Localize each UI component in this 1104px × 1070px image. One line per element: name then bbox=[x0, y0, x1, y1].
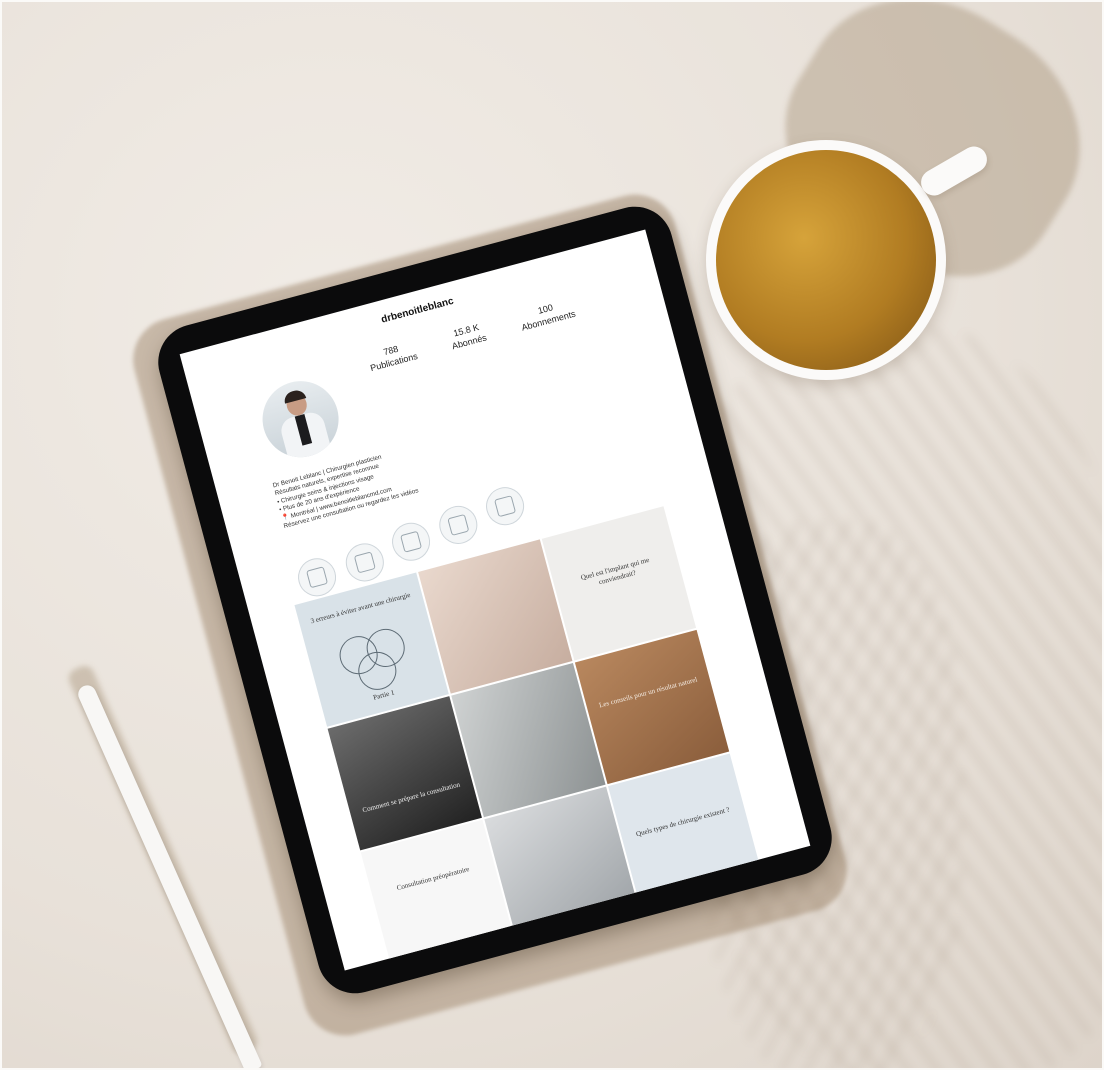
avatar[interactable] bbox=[254, 372, 348, 466]
highlight-circle[interactable] bbox=[341, 539, 389, 586]
post-caption: Quel est l'implant qui me conviendrait? bbox=[579, 555, 651, 587]
post-caption: Les conseils pour un résultat naturel bbox=[598, 675, 699, 710]
highlight-circle[interactable] bbox=[481, 482, 529, 530]
post-caption: Consultation préopératoire bbox=[395, 864, 471, 893]
coffee bbox=[716, 150, 936, 370]
desk-scene: drbenoitleblanc 788 Publications 15.8 K … bbox=[0, 0, 1104, 1070]
post-caption: Quels types de chirurgie existent ? bbox=[635, 805, 731, 839]
stat-following[interactable]: 100 Abonnements bbox=[501, 293, 594, 338]
highlight-circle[interactable] bbox=[435, 501, 482, 549]
coffee-cup bbox=[706, 140, 946, 380]
post-caption: 3 erreurs à éviter avant une chirurgie bbox=[309, 590, 412, 626]
highlight-circle[interactable] bbox=[387, 518, 435, 566]
post-caption: Comment se prépare la consultation bbox=[361, 780, 461, 815]
stat-followers[interactable]: 15.8 K Abonnés bbox=[421, 314, 514, 359]
